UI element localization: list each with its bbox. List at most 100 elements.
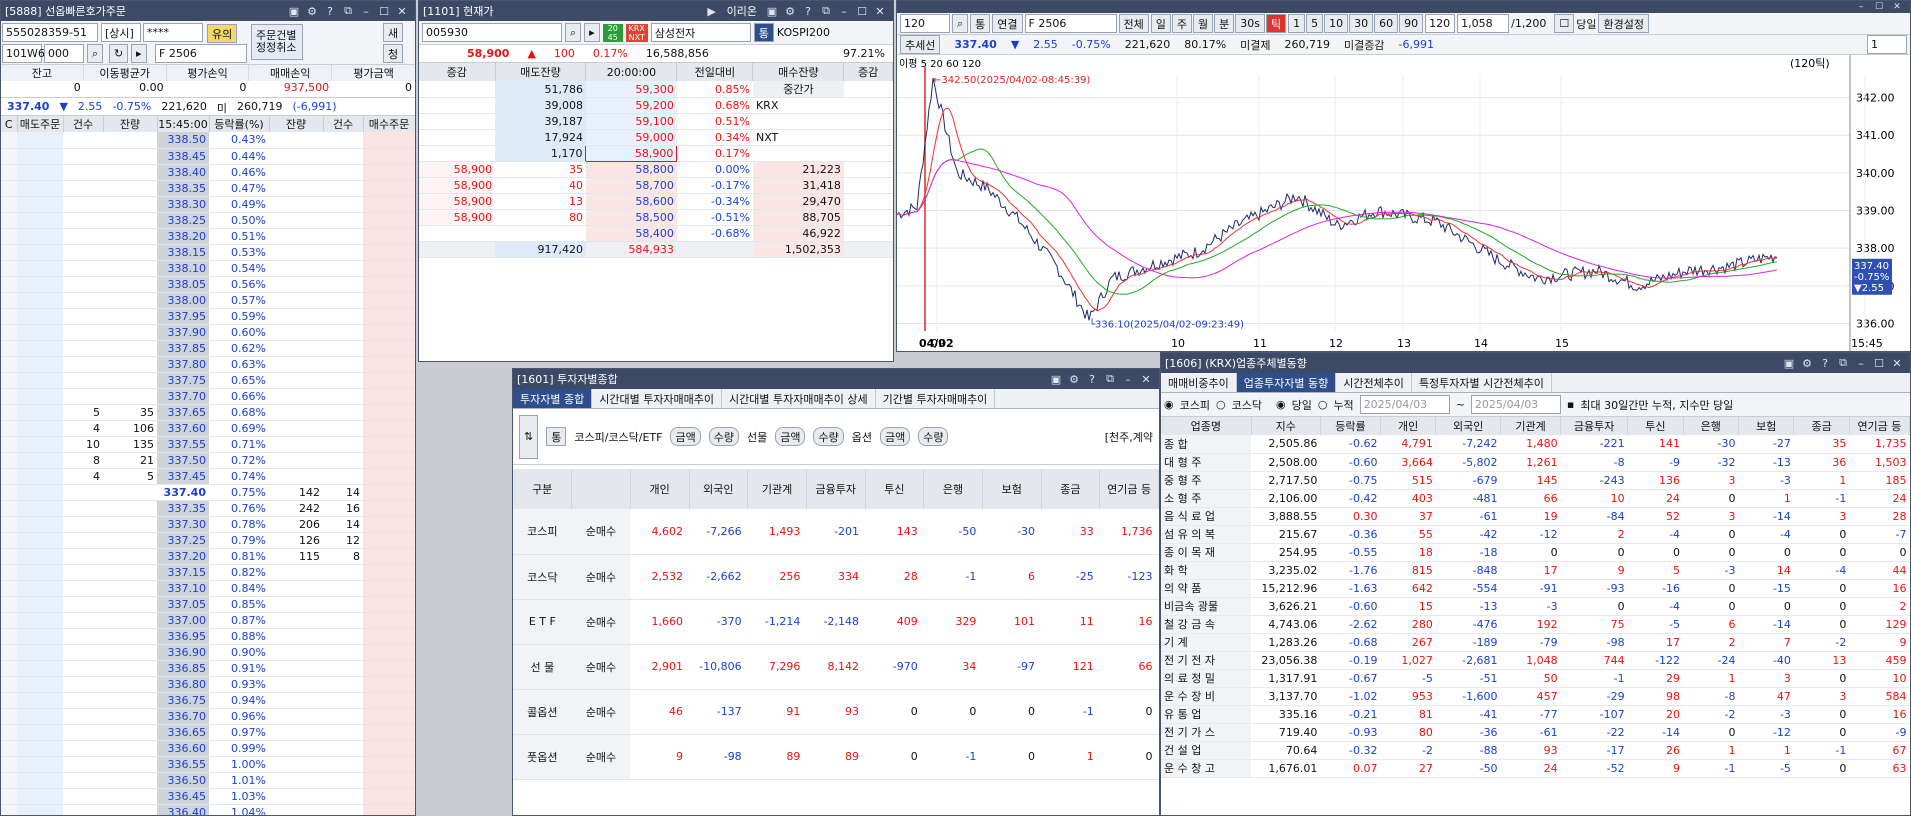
ob-row[interactable]: 336.65 0.97% (1, 724, 415, 741)
period-button[interactable]: 분 (1214, 14, 1235, 33)
maximize-icon[interactable]: ☐ (853, 5, 871, 18)
ob-row[interactable]: 337.35 0.76% 242 16 (1, 500, 415, 517)
ob-row[interactable]: 337.40 0.75% 142 14 (1, 484, 415, 501)
pin-icon[interactable]: ▣ (285, 5, 303, 18)
tong-button[interactable]: 통 (970, 14, 991, 33)
ob-row[interactable]: 336.50 1.01% (1, 772, 415, 789)
price-level[interactable]: 337.40 (157, 484, 209, 501)
period-button[interactable]: 틱 (1266, 14, 1287, 33)
sell-order-cell[interactable] (17, 612, 63, 629)
sector-row[interactable]: 건 설 업 70.64 -0.32 -2 -88 93 -17 26 1 1 -1 67 (1161, 741, 1910, 759)
ob-row[interactable]: 337.75 0.65% (1, 372, 415, 389)
buy-order-cell[interactable] (363, 436, 415, 453)
price-level[interactable]: 338.10 (157, 260, 209, 277)
ob-row[interactable]: 336.55 1.00% (1, 756, 415, 773)
help-icon[interactable]: ? (799, 5, 817, 18)
ob-row[interactable]: 338.15 0.53% (1, 244, 415, 261)
maximize-icon[interactable]: ☐ (1870, 2, 1888, 12)
sector-row[interactable]: 섬 유 의 복 215.67 -0.36 55 -42 -12 2 -4 0 -4 0 -7 (1161, 525, 1910, 543)
investor-tab[interactable]: 시간대별 투자자매매추이 (592, 389, 723, 408)
ob-row[interactable]: 336.60 0.99% (1, 740, 415, 757)
title-bar[interactable]: [1606] (KRX)업종주체별동향 ▣ ⚙? ⧉ – ☐ ✕ (1161, 353, 1910, 373)
ob-row[interactable]: 338.45 0.44% (1, 148, 415, 165)
price-level[interactable]: 338.35 (157, 180, 209, 197)
scale-select[interactable]: 1 (1867, 35, 1907, 54)
bar-count[interactable]: 1,058 (1457, 14, 1510, 33)
close-icon[interactable]: ✕ (1137, 373, 1155, 386)
today-checkbox[interactable]: ☐ (1554, 14, 1575, 33)
buy-order-cell[interactable] (363, 452, 415, 469)
sell-order-cell[interactable] (17, 420, 63, 437)
ob-row[interactable]: 336.85 0.91% (1, 660, 415, 677)
today-radio[interactable]: ◉ (1276, 398, 1286, 411)
sector-row[interactable]: 대 형 주 2,508.00 -0.60 3,664 -5,802 1,261 -8 -9 -3… (1161, 453, 1910, 471)
linked-button[interactable]: 연결 (992, 14, 1023, 33)
settings-icon[interactable]: ⚙ (303, 5, 321, 18)
price-level[interactable]: 337.50 (157, 452, 209, 469)
sell-order-cell[interactable] (17, 388, 63, 405)
title-bar[interactable]: [5888] 선옵빠른호가주문 ▣ ⚙? ⧉ – ☐ ✕ (1, 1, 415, 21)
cumulative-radio[interactable]: ○ (1318, 398, 1328, 411)
investor-tab[interactable]: 시간대별 투자자매매추이 상세 (722, 389, 876, 408)
ob-row[interactable]: 337.15 0.82% (1, 564, 415, 581)
buy-order-cell[interactable] (363, 292, 415, 309)
start-date[interactable]: 2025/04/03 (1359, 395, 1450, 414)
buy-order-cell[interactable] (363, 340, 415, 357)
all-button[interactable]: 전체 (1118, 14, 1149, 33)
buy-order-cell[interactable] (363, 484, 415, 501)
price-level[interactable]: 337.75 (157, 372, 209, 389)
price-level[interactable]: 336.90 (157, 644, 209, 661)
buy-order-cell[interactable] (363, 596, 415, 613)
sell-order-cell[interactable] (17, 660, 63, 677)
buy-order-cell[interactable] (363, 132, 415, 149)
chart-code[interactable]: 120 (900, 14, 950, 33)
search-icon[interactable]: ⌕ (87, 44, 104, 63)
tick-button[interactable]: 1 (1288, 14, 1306, 33)
settings-icon[interactable]: ⚙ (1798, 357, 1816, 370)
minimize-icon[interactable]: – (835, 5, 853, 18)
buy-order-cell[interactable] (363, 260, 415, 277)
ob-row[interactable]: 337.70 0.66% (1, 388, 415, 405)
tick-button[interactable]: 10 (1324, 14, 1349, 33)
ask-price[interactable]: 58,900 (585, 145, 678, 162)
search-icon[interactable]: ⌕ (565, 23, 582, 42)
price-level[interactable]: 337.00 (157, 612, 209, 629)
price-level[interactable]: 337.65 (157, 404, 209, 421)
options-qty-toggle[interactable]: 수량 (918, 427, 949, 446)
password-field[interactable]: **** (143, 23, 203, 42)
buy-order-cell[interactable] (363, 404, 415, 421)
sell-order-cell[interactable] (17, 532, 63, 549)
ob-row[interactable]: 338.30 0.49% (1, 196, 415, 213)
sell-order-cell[interactable] (17, 676, 63, 693)
end-date[interactable]: 2025/04/03 (1470, 395, 1561, 414)
sector-row[interactable]: 음 식 료 업 3,888.55 0.30 37 -61 19 -84 52 3 -14 3 28 (1161, 507, 1910, 525)
investor-tab[interactable]: 투자자별 종합 (513, 389, 593, 408)
minimize-icon[interactable]: – (1119, 373, 1137, 386)
buy-order-cell[interactable] (363, 772, 415, 789)
ob-row[interactable]: 10 135 337.55 0.71% (1, 436, 415, 453)
ask-price[interactable]: 59,300 (585, 81, 677, 98)
ask-price[interactable]: 59,000 (585, 129, 677, 146)
pin-icon[interactable]: ▣ (763, 5, 781, 18)
buy-order-cell[interactable] (363, 196, 415, 213)
sell-order-cell[interactable] (17, 212, 63, 229)
buy-order-cell[interactable] (363, 724, 415, 741)
sell-order-cell[interactable] (17, 180, 63, 197)
price-level[interactable]: 336.85 (157, 660, 209, 677)
ob-row[interactable]: 338.25 0.50% (1, 212, 415, 229)
stock-qty-toggle[interactable]: 수량 (708, 427, 739, 446)
buy-order-cell[interactable] (363, 692, 415, 709)
ob-row[interactable]: 338.05 0.56% (1, 276, 415, 293)
sell-order-cell[interactable] (17, 596, 63, 613)
price-level[interactable]: 336.40 (157, 804, 209, 815)
sell-order-cell[interactable] (17, 628, 63, 645)
maximize-icon[interactable]: ☐ (1870, 357, 1888, 370)
sell-order-cell[interactable] (17, 196, 63, 213)
account-type[interactable]: [상시] (101, 23, 141, 42)
price-level[interactable]: 337.80 (157, 356, 209, 373)
price-level[interactable]: 336.95 (157, 628, 209, 645)
sell-order-cell[interactable] (17, 788, 63, 805)
stock-code-input[interactable]: 005930 (422, 23, 562, 42)
ask-price[interactable]: 59,200 (585, 97, 677, 114)
sector-tab[interactable]: 특정투자자별 시간전체추이 (1412, 373, 1552, 392)
